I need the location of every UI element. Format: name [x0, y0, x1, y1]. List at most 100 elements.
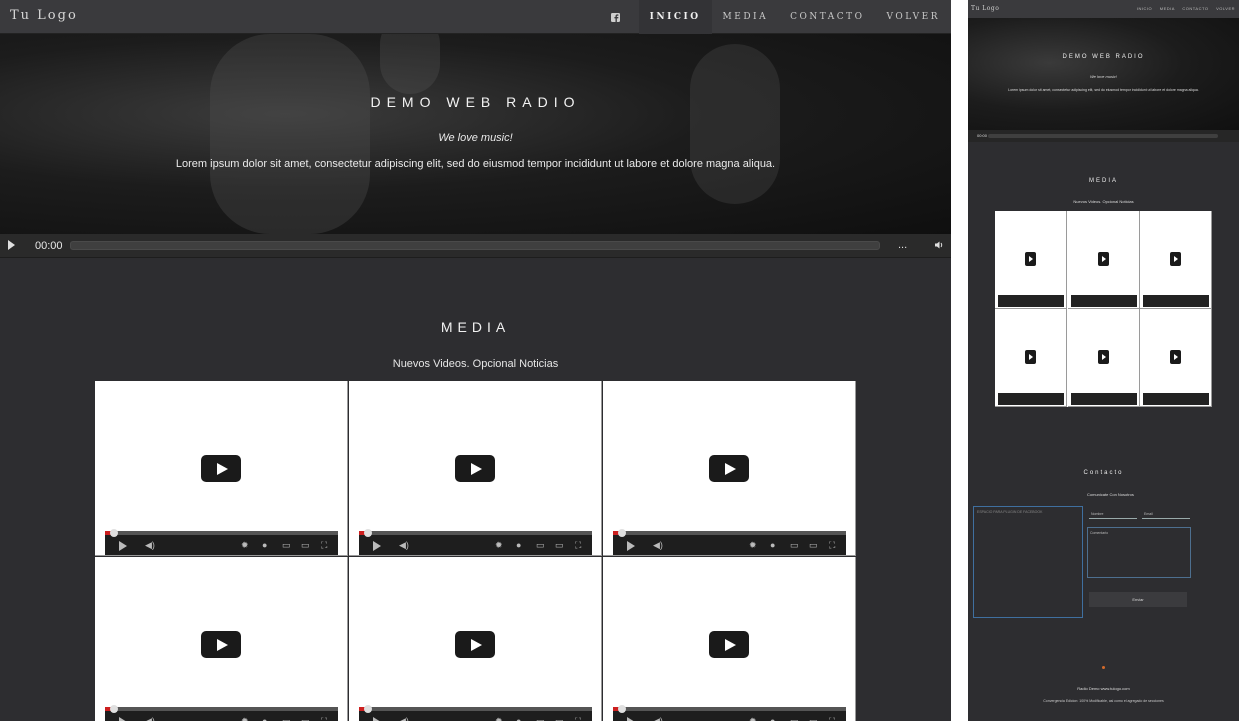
youtube-play-icon[interactable] — [201, 631, 241, 658]
youtube-play-icon[interactable] — [455, 631, 495, 658]
main-nav: INICIO MEDIA CONTACTO VOLVER — [638, 0, 951, 34]
thumbnail-nav-item: CONTACTO — [1182, 6, 1209, 11]
miniplayer-icon[interactable]: ▭ — [790, 716, 799, 721]
theater-mode-icon[interactable]: ▭ — [809, 716, 818, 721]
video-progress-bar[interactable] — [359, 707, 592, 711]
gear-icon[interactable]: ✹ — [749, 540, 757, 551]
theater-mode-icon[interactable]: ▭ — [301, 540, 310, 551]
video-embed[interactable]: ◀) ✹ ● ▭ ▭ ⛶ — [349, 557, 602, 721]
miniplayer-icon[interactable]: ▭ — [282, 540, 291, 551]
video-embed[interactable]: ◀) ✹ ● ▭ ▭ ⛶ — [603, 381, 856, 556]
play-icon[interactable] — [373, 541, 381, 551]
nav-link-volver[interactable]: VOLVER — [876, 0, 951, 34]
thumbnail-video-controls — [1143, 393, 1209, 405]
volume-icon[interactable]: ◀) — [145, 540, 155, 551]
fullscreen-icon[interactable]: ⛶ — [321, 540, 327, 551]
info-icon[interactable]: ● — [770, 540, 775, 550]
volume-icon[interactable]: ◀) — [399, 716, 409, 721]
site-logo[interactable]: Tu Logo — [10, 8, 78, 23]
volume-icon[interactable] — [934, 240, 944, 253]
youtube-play-icon[interactable] — [455, 455, 495, 482]
audio-player: 00:00 ... — [0, 234, 951, 258]
nav-link-inicio[interactable]: INICIO — [638, 0, 712, 34]
miniplayer-icon[interactable]: ▭ — [282, 716, 291, 721]
fullscreen-icon[interactable]: ⛶ — [575, 716, 581, 721]
youtube-play-icon[interactable] — [709, 455, 749, 482]
thumbnail-facebook-plugin-box: ESPACIO PARA PLUGIN DE FACEBOOK — [973, 506, 1083, 618]
video-embed[interactable]: ◀) ✹ ● ▭ ▭ ⛶ — [349, 381, 602, 556]
thumbnail-player-track — [988, 134, 1218, 138]
volume-icon[interactable]: ◀) — [653, 716, 663, 721]
player-more-button[interactable]: ... — [898, 239, 907, 251]
miniplayer-icon[interactable]: ▭ — [790, 540, 799, 551]
video-scrubber[interactable] — [110, 705, 118, 713]
info-icon[interactable]: ● — [516, 716, 521, 721]
video-scrubber[interactable] — [364, 529, 372, 537]
info-icon[interactable]: ● — [262, 540, 267, 550]
media-section-title: MEDIA — [440, 319, 511, 335]
play-icon[interactable] — [627, 717, 635, 721]
theater-mode-icon[interactable]: ▭ — [555, 716, 564, 721]
fullscreen-icon[interactable]: ⛶ — [829, 716, 835, 721]
thumbnail-video-embed — [995, 309, 1067, 407]
thumbnail-contact-title: Contacto — [1083, 470, 1124, 476]
thumbnail-hero: DEMO WEB RADIO We love music! Lorem ipsu… — [968, 18, 1239, 130]
main-page-view: Tu Logo INICIO MEDIA CONTACTO VOLVER DEM… — [0, 0, 951, 721]
thumbnail-hero-text: Lorem ipsum dolor sit amet, consectetur … — [1008, 88, 1199, 92]
video-scrubber[interactable] — [618, 705, 626, 713]
volume-icon[interactable]: ◀) — [145, 716, 155, 721]
nav-link-media[interactable]: MEDIA — [712, 0, 780, 34]
thumbnail-hero-tagline: We love music! — [1089, 74, 1118, 79]
gear-icon[interactable]: ✹ — [495, 540, 503, 551]
video-controls: ◀) ✹ ● ▭ ▭ ⛶ — [105, 705, 338, 721]
video-scrubber[interactable] — [110, 529, 118, 537]
theater-mode-icon[interactable]: ▭ — [301, 716, 310, 721]
thumbnail-video-embed — [1140, 309, 1212, 407]
video-scrubber[interactable] — [364, 705, 372, 713]
thumbnail-video-controls — [1070, 295, 1137, 307]
play-icon[interactable] — [8, 240, 15, 250]
theater-mode-icon[interactable]: ▭ — [555, 540, 564, 551]
play-icon[interactable] — [119, 541, 127, 551]
thumbnail-navbar: Tu Logo INICIO MEDIA CONTACTO VOLVER — [968, 0, 1239, 18]
video-progress-bar[interactable] — [613, 531, 846, 535]
video-scrubber[interactable] — [618, 529, 626, 537]
volume-icon[interactable]: ◀) — [399, 540, 409, 551]
info-icon[interactable]: ● — [262, 716, 267, 721]
video-controls: ◀) ✹ ● ▭ ▭ ⛶ — [359, 529, 592, 555]
fullscreen-icon[interactable]: ⛶ — [829, 540, 835, 551]
play-icon[interactable] — [119, 717, 127, 721]
video-embed[interactable]: ◀) ✹ ● ▭ ▭ ⛶ — [95, 381, 348, 556]
thumbnail-footer-line2: Convergencia Edicion: 100% Modificable, … — [1043, 699, 1164, 703]
miniplayer-icon[interactable]: ▭ — [536, 716, 545, 721]
gear-icon[interactable]: ✹ — [495, 716, 503, 721]
video-progress-bar[interactable] — [105, 531, 338, 535]
video-embed[interactable]: ◀) ✹ ● ▭ ▭ ⛶ — [603, 557, 856, 721]
theater-mode-icon[interactable]: ▭ — [809, 540, 818, 551]
youtube-play-icon[interactable] — [709, 631, 749, 658]
thumbnail-hero-title: DEMO WEB RADIO — [1062, 54, 1145, 60]
youtube-play-icon — [1097, 350, 1109, 364]
facebook-icon[interactable] — [600, 0, 630, 34]
thumbnail-send-button: Enviar — [1089, 592, 1187, 607]
youtube-play-icon[interactable] — [201, 455, 241, 482]
info-icon[interactable]: ● — [770, 716, 775, 721]
play-icon[interactable] — [627, 541, 635, 551]
video-progress-bar[interactable] — [359, 531, 592, 535]
video-progress-bar[interactable] — [613, 707, 846, 711]
gear-icon[interactable]: ✹ — [749, 716, 757, 721]
play-icon[interactable] — [373, 717, 381, 721]
miniplayer-icon[interactable]: ▭ — [536, 540, 545, 551]
video-progress-bar[interactable] — [105, 707, 338, 711]
video-embed[interactable]: ◀) ✹ ● ▭ ▭ ⛶ — [95, 557, 348, 721]
thumbnail-nav-item: INICIO — [1136, 6, 1153, 11]
thumbnail-message-field: Comentario — [1087, 527, 1191, 578]
info-icon[interactable]: ● — [516, 540, 521, 550]
player-progress-track[interactable] — [70, 241, 880, 250]
nav-link-contacto[interactable]: CONTACTO — [779, 0, 875, 34]
fullscreen-icon[interactable]: ⛶ — [575, 540, 581, 551]
gear-icon[interactable]: ✹ — [241, 716, 249, 721]
volume-icon[interactable]: ◀) — [653, 540, 663, 551]
fullscreen-icon[interactable]: ⛶ — [321, 716, 327, 721]
gear-icon[interactable]: ✹ — [241, 540, 249, 551]
